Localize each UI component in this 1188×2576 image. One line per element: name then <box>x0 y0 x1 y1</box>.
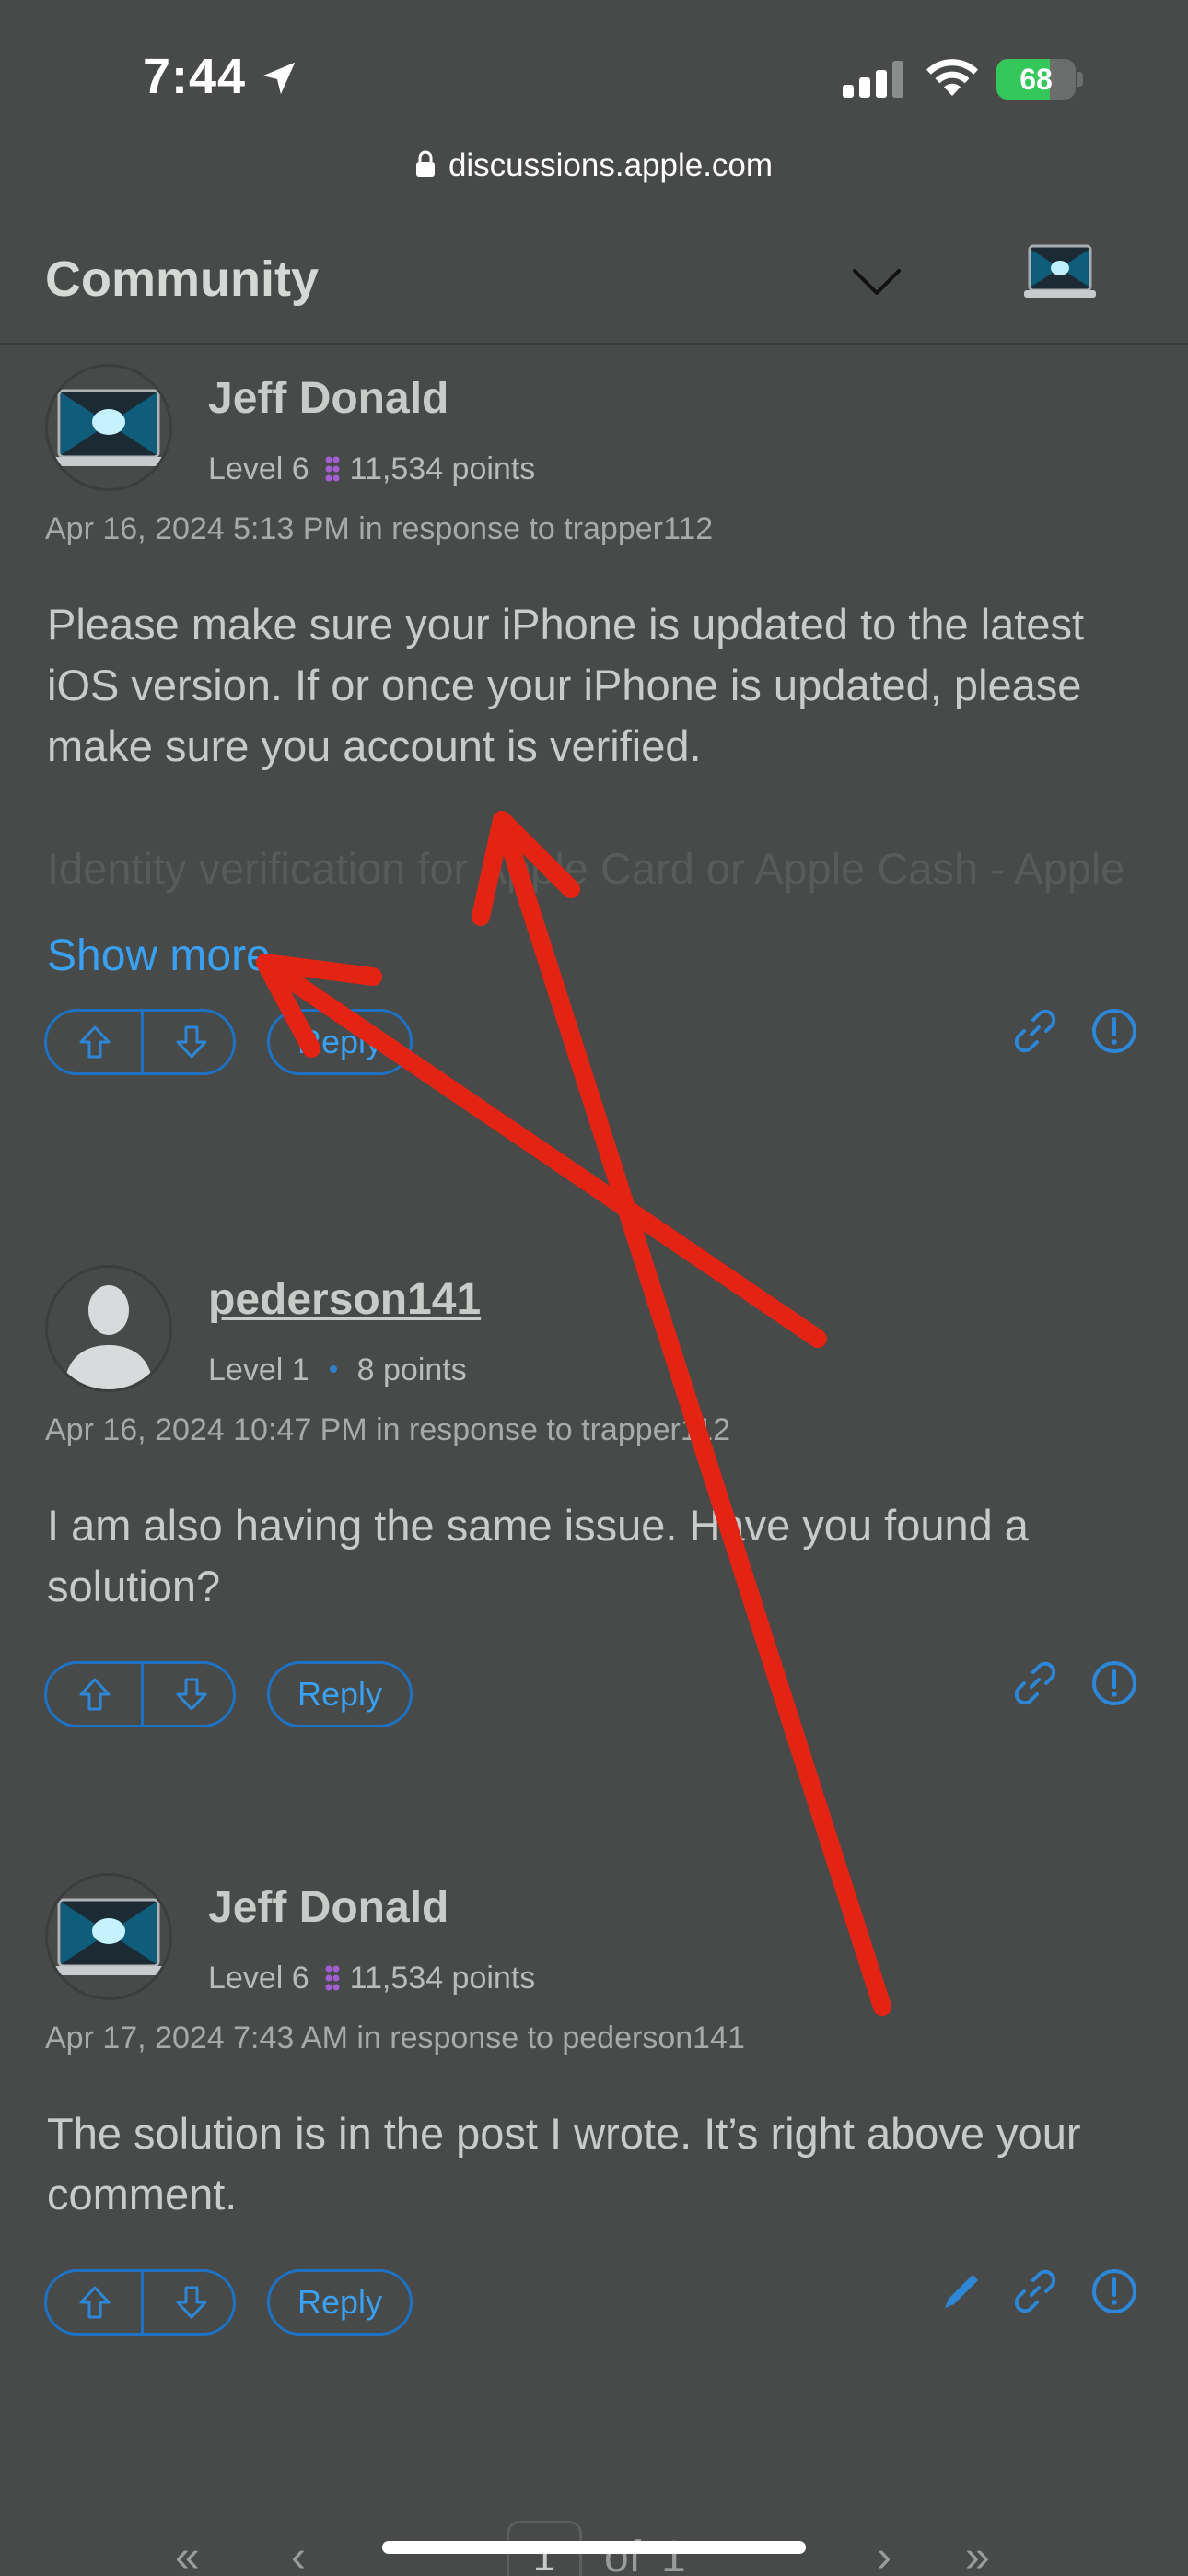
author-level: Level 6 <box>208 1961 309 1996</box>
author-name[interactable]: Jeff Donald <box>208 373 448 424</box>
author-meta: Level 1 8 points <box>208 1352 467 1388</box>
arrow-down-icon <box>176 1678 207 1711</box>
arrow-down-icon <box>176 1025 207 1059</box>
first-page-button[interactable]: « <box>175 2532 200 2576</box>
battery-level: 68 <box>1019 63 1053 96</box>
post-body: The solution is in the post I wrote. It’… <box>47 2109 1081 2219</box>
next-page-button[interactable]: › <box>877 2532 891 2576</box>
author-level: Level 1 <box>208 1352 309 1388</box>
community-header: Community <box>0 221 1188 345</box>
cellular-signal-icon <box>843 61 903 98</box>
reply-button[interactable]: Reply <box>267 1009 413 1075</box>
post-faded-link: Identity verification for Apple Card or … <box>47 844 1125 893</box>
wifi-icon <box>926 59 978 96</box>
post-body: Please make sure your iPhone is updated … <box>47 600 1085 770</box>
report-icon[interactable] <box>1090 2267 1138 2315</box>
arrow-up-icon <box>79 2286 111 2319</box>
lock-icon <box>415 150 435 177</box>
vote-buttons <box>44 1661 236 1727</box>
page-of-label: of <box>604 2533 642 2576</box>
upvote-button[interactable] <box>47 1012 141 1072</box>
vote-buttons <box>44 2269 236 2336</box>
address-bar[interactable]: discussions.apple.com <box>0 147 1188 184</box>
arrow-down-icon <box>176 2286 207 2319</box>
link-icon[interactable] <box>1011 1007 1059 1055</box>
author-level: Level 6 <box>208 451 309 486</box>
arrow-up-icon <box>79 1025 111 1059</box>
post-date: Apr 16, 2024 5:13 PM in response to trap… <box>45 511 714 546</box>
macbook-avatar-icon <box>52 1898 166 1975</box>
author-meta: Level 6 11,534 points <box>208 1961 535 1996</box>
edit-pencil-icon[interactable] <box>938 2267 985 2315</box>
downvote-button[interactable] <box>144 2272 236 2333</box>
arrow-up-icon <box>79 1678 111 1711</box>
url-text: discussions.apple.com <box>448 147 774 183</box>
link-icon[interactable] <box>1011 1659 1059 1707</box>
home-indicator[interactable] <box>382 2541 806 2554</box>
author-name[interactable]: Jeff Donald <box>208 1882 448 1933</box>
post-date: Apr 16, 2024 10:47 PM in response to tra… <box>45 1412 731 1447</box>
author-points: 8 points <box>356 1352 467 1388</box>
level-badge-icon <box>325 1965 340 1991</box>
author-points: 11,534 points <box>349 1961 536 1996</box>
show-more-link[interactable]: Show more <box>47 931 271 981</box>
status-time: 7:44 <box>143 49 247 104</box>
reply-button[interactable]: Reply <box>267 1661 413 1727</box>
reply-button[interactable]: Reply <box>267 2269 413 2336</box>
downvote-button[interactable] <box>144 1012 236 1072</box>
report-icon[interactable] <box>1090 1007 1138 1055</box>
avatar[interactable] <box>45 1265 172 1392</box>
author-name[interactable]: pederson141 <box>208 1274 481 1325</box>
chevron-down-icon[interactable] <box>852 267 902 297</box>
separator-dot <box>329 1365 337 1373</box>
link-icon[interactable] <box>1011 2267 1059 2315</box>
post-date: Apr 17, 2024 7:43 AM in response to pede… <box>45 2020 745 2055</box>
macbook-avatar-icon <box>52 389 166 466</box>
avatar[interactable] <box>45 1873 172 2000</box>
vote-buttons <box>44 1009 236 1075</box>
page-title[interactable]: Community <box>45 251 319 308</box>
upvote-button[interactable] <box>47 2272 141 2333</box>
default-user-avatar-icon <box>64 1285 153 1389</box>
author-meta: Level 6 11,534 points <box>208 451 535 487</box>
battery-icon: 68 <box>996 59 1085 100</box>
status-bar: 7:44 68 <box>0 0 1188 138</box>
upvote-button[interactable] <box>47 1664 141 1725</box>
post-body: I am also having the same issue. Have yo… <box>47 1501 1029 1610</box>
prev-page-button[interactable]: ‹ <box>291 2532 306 2576</box>
downvote-button[interactable] <box>144 1664 236 1725</box>
level-badge-icon <box>325 456 340 482</box>
author-points: 11,534 points <box>349 451 536 486</box>
last-page-button[interactable]: » <box>965 2532 990 2576</box>
report-icon[interactable] <box>1090 1659 1138 1707</box>
macbook-avatar-icon[interactable] <box>1024 244 1096 301</box>
avatar[interactable] <box>45 364 172 491</box>
page-total: 1 <box>661 2533 686 2576</box>
location-arrow-icon <box>262 62 296 95</box>
